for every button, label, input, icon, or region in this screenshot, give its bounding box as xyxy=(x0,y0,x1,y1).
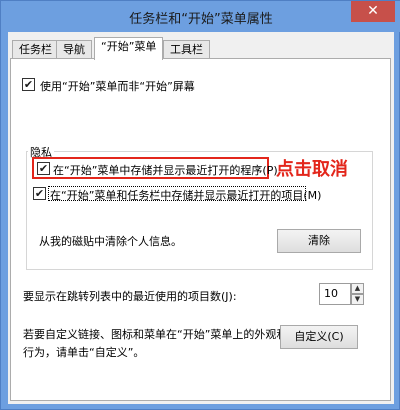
store-items-checkbox[interactable]: ✔ xyxy=(33,187,46,200)
start-menu-panel: ✔ 使用“开始”菜单而非“开始”屏幕 隐私 ✔ 在“开始”菜单中存储并显示最近打… xyxy=(10,58,391,401)
title-bar[interactable]: 任务栏和“开始”菜单属性 ✕ xyxy=(1,1,400,32)
customize-text-line2: 行为，请单击“自定义”。 xyxy=(23,346,145,359)
customize-button[interactable]: 自定义(C) xyxy=(280,325,358,349)
close-button[interactable]: ✕ xyxy=(351,1,395,22)
annotation-text: 点击取消 xyxy=(276,159,348,180)
tab-navigation[interactable]: 导航 xyxy=(56,40,92,59)
tab-strip: 任务栏 导航 “开始”菜单 工具栏 xyxy=(10,37,390,60)
clear-tiles-text: 从我的磁贴中清除个人信息。 xyxy=(39,235,182,248)
store-programs-checkbox[interactable]: ✔ xyxy=(37,162,50,175)
properties-window: 任务栏和“开始”菜单属性 ✕ 任务栏 导航 “开始”菜单 工具栏 ✔ 使用“开始… xyxy=(0,0,400,410)
tab-start-menu[interactable]: “开始”菜单 xyxy=(94,37,164,60)
start-screen-label[interactable]: 使用“开始”菜单而非“开始”屏幕 xyxy=(40,78,195,94)
dialog-client: 任务栏 导航 “开始”菜单 工具栏 ✔ 使用“开始”菜单而非“开始”屏幕 隐私 … xyxy=(8,32,394,404)
store-programs-label[interactable]: 在“开始”菜单中存储并显示最近打开的程序(P) xyxy=(53,162,278,178)
recent-items-input[interactable]: 10 xyxy=(319,283,351,305)
customize-text-line1: 若要自定义链接、图标和菜单在“开始”菜单上的外观和 xyxy=(23,328,288,341)
store-items-label[interactable]: 在“开始”菜单和任务栏中存储并显示最近打开的项目(M) xyxy=(50,187,321,203)
window-title: 任务栏和“开始”菜单属性 xyxy=(129,12,273,27)
start-screen-checkbox[interactable]: ✔ xyxy=(22,78,35,91)
recent-items-label: 要显示在跳转列表中的最近使用的项目数(J): xyxy=(23,290,237,303)
tab-toolbars[interactable]: 工具栏 xyxy=(163,40,210,59)
tab-taskbar[interactable]: 任务栏 xyxy=(12,40,59,59)
spin-up-icon[interactable]: ▲ xyxy=(351,283,364,294)
spin-down-icon[interactable]: ▼ xyxy=(351,294,364,305)
clear-button[interactable]: 清除 xyxy=(277,229,361,253)
